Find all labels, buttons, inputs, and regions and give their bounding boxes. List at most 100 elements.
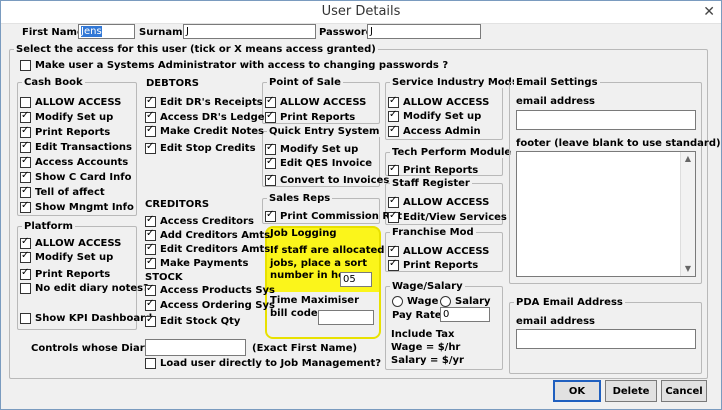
checkbox-checked[interactable] <box>388 258 399 271</box>
radio-circle[interactable] <box>392 296 403 307</box>
creditors-checkbox[interactable]: Edit Creditors Amts <box>145 242 270 256</box>
platform-checkbox[interactable]: Print Reports <box>20 267 110 281</box>
franchise-checkbox[interactable]: Print Reports <box>388 258 478 272</box>
checkbox-checked[interactable] <box>265 142 276 155</box>
stock-checkbox[interactable]: Access Ordering Sys <box>145 298 275 312</box>
cashbook-checkbox[interactable]: Show Mngmt Info <box>20 200 134 214</box>
platform-checkbox[interactable]: Show KPI Dashboard <box>20 312 152 325</box>
checkbox-checked[interactable] <box>20 185 31 198</box>
ok-button[interactable]: OK <box>553 380 601 402</box>
checkbox-checked[interactable] <box>388 244 399 257</box>
checkbox-checked[interactable] <box>145 214 156 227</box>
checkbox-checked[interactable] <box>265 110 276 123</box>
debtors-checkbox[interactable]: Make Credit Notes <box>145 124 264 138</box>
debtors-checkbox[interactable]: Access DR's Ledger <box>145 110 269 124</box>
checkbox-checked[interactable] <box>20 170 31 183</box>
salesreps-checkbox[interactable]: Print Commission Rpt <box>265 209 402 223</box>
staff-checkbox[interactable]: ALLOW ACCESS <box>388 195 489 209</box>
checkbox-checked[interactable] <box>145 110 156 123</box>
checkbox-checked[interactable] <box>265 209 276 222</box>
pos-checkbox[interactable]: Print Reports <box>265 110 355 124</box>
checkbox-checked[interactable] <box>145 283 156 296</box>
checkbox-checked[interactable] <box>145 141 156 154</box>
checkbox-checked[interactable] <box>388 124 399 137</box>
checkbox-checked[interactable] <box>145 124 156 137</box>
tech-checkbox[interactable]: Print Reports <box>388 163 478 177</box>
password-field[interactable]: J <box>367 24 481 39</box>
checkbox-checked[interactable] <box>20 140 31 153</box>
email-address-field[interactable] <box>516 110 696 130</box>
cashbook-checkbox[interactable]: Modify Set up <box>20 110 113 124</box>
checkbox-checked[interactable] <box>20 155 31 168</box>
stock-checkbox[interactable]: Edit Stock Qty <box>145 314 240 328</box>
cashbook-checkbox[interactable]: Tell of affect <box>20 185 105 199</box>
cancel-button[interactable]: Cancel <box>661 380 707 402</box>
checkbox-checked[interactable] <box>145 95 156 108</box>
checkbox-checked[interactable] <box>265 156 276 169</box>
checkbox-checked[interactable] <box>265 173 276 186</box>
delete-button[interactable]: Delete <box>605 380 657 402</box>
checkbox-checked[interactable] <box>145 228 156 241</box>
debtors-checkbox[interactable]: Edit DR's Receipts <box>145 95 263 109</box>
checkbox-checked[interactable] <box>388 210 399 223</box>
checkbox-checked[interactable] <box>20 110 31 123</box>
sysadmin-checkbox[interactable]: Make user a Systems Administrator with a… <box>20 59 448 72</box>
checkbox-checked[interactable] <box>20 267 31 280</box>
footer-scrollbar[interactable]: ▲ ▼ <box>680 152 695 276</box>
first-name-field[interactable]: Jens <box>78 24 135 39</box>
creditors-checkbox[interactable]: Access Creditors <box>145 214 254 228</box>
checkbox-unchecked[interactable] <box>20 97 31 108</box>
service-checkbox[interactable]: Access Admin <box>388 124 481 138</box>
stock-checkbox[interactable]: Access Products Sys <box>145 283 275 297</box>
cashbook-checkbox[interactable]: Edit Transactions <box>20 140 132 154</box>
bill-code-field[interactable] <box>318 310 374 325</box>
creditors-checkbox[interactable]: Make Payments <box>145 256 248 270</box>
checkbox-checked[interactable] <box>20 200 31 213</box>
surname-field[interactable]: J <box>183 24 316 39</box>
checkbox-box[interactable] <box>145 358 156 369</box>
qes-checkbox[interactable]: Convert to Invoices <box>265 173 389 187</box>
checkbox-checked[interactable] <box>20 250 31 263</box>
checkbox-checked[interactable] <box>388 195 399 208</box>
checkbox-checked[interactable] <box>145 314 156 327</box>
service-checkbox[interactable]: Modify Set up <box>388 109 481 123</box>
close-icon[interactable]: ✕ <box>703 4 715 20</box>
checkbox-checked[interactable] <box>145 298 156 311</box>
checkbox-checked[interactable] <box>388 109 399 122</box>
scroll-up-icon[interactable]: ▲ <box>681 152 695 166</box>
creditors-checkbox[interactable]: Add Creditors Amts <box>145 228 270 242</box>
pos-checkbox[interactable]: ALLOW ACCESS <box>265 95 366 109</box>
diary-field[interactable] <box>145 339 246 356</box>
radio-circle[interactable] <box>440 296 451 307</box>
salary-radio[interactable]: Salary <box>440 296 491 307</box>
load-job-management-checkbox[interactable]: Load user directly to Job Management? <box>145 357 381 370</box>
checkbox-checked[interactable] <box>20 236 31 249</box>
scroll-down-icon[interactable]: ▼ <box>681 262 695 276</box>
job-sort-number-field[interactable]: 05 <box>340 272 372 287</box>
franchise-checkbox[interactable]: ALLOW ACCESS <box>388 244 489 258</box>
cashbook-checkbox[interactable]: Access Accounts <box>20 155 128 169</box>
qes-checkbox[interactable]: Modify Set up <box>265 142 358 156</box>
pda-email-field[interactable] <box>516 329 696 349</box>
checkbox-checked[interactable] <box>145 256 156 269</box>
wage-radio[interactable]: Wage <box>392 296 438 307</box>
checkbox-box[interactable] <box>20 60 31 71</box>
checkbox-checked[interactable] <box>388 95 399 108</box>
checkbox-checked[interactable] <box>145 242 156 255</box>
cashbook-checkbox[interactable]: ALLOW ACCESS <box>20 96 121 109</box>
checkbox-checked[interactable] <box>388 163 399 176</box>
staff-checkbox[interactable]: Edit/View Services <box>388 210 507 224</box>
qes-checkbox[interactable]: Edit QES Invoice <box>265 156 372 170</box>
platform-checkbox[interactable]: No edit diary notes? <box>20 282 149 295</box>
checkbox-checked[interactable] <box>20 125 31 138</box>
cashbook-checkbox[interactable]: Print Reports <box>20 125 110 139</box>
platform-checkbox[interactable]: Modify Set up <box>20 250 113 264</box>
pay-rate-field[interactable]: 0 <box>440 307 490 322</box>
checkbox-unchecked[interactable] <box>20 313 31 324</box>
debtors-checkbox[interactable]: Edit Stop Credits <box>145 141 256 155</box>
service-checkbox[interactable]: ALLOW ACCESS <box>388 95 489 109</box>
cashbook-checkbox[interactable]: Show C Card Info <box>20 170 131 184</box>
platform-checkbox[interactable]: ALLOW ACCESS <box>20 236 121 250</box>
footer-textarea[interactable]: ▲ ▼ <box>516 151 696 277</box>
checkbox-checked[interactable] <box>265 95 276 108</box>
